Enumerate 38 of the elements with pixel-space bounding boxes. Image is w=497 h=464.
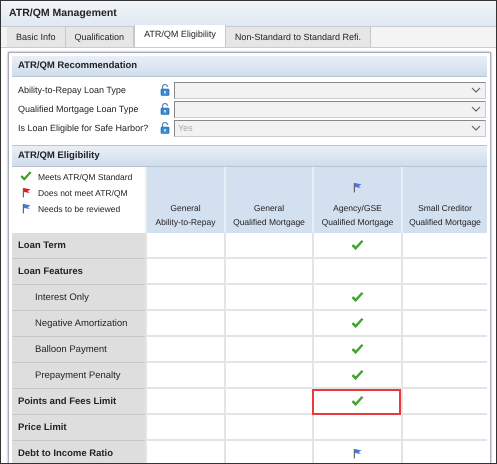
window-title: ATR/QM Management xyxy=(1,1,496,27)
tab[interactable]: Non-Standard to Standard Refi. xyxy=(226,27,371,47)
row-label: Loan Term xyxy=(12,233,145,259)
chevron-down-icon xyxy=(471,125,481,131)
row-label: Negative Amortization xyxy=(12,311,145,337)
row-label: Balloon Payment xyxy=(12,337,145,363)
column-header-text: Qualified Mortgage xyxy=(233,217,305,227)
tab[interactable]: ATR/QM Eligibility xyxy=(134,25,226,47)
dropdown-field[interactable] xyxy=(174,100,486,118)
lock-icon[interactable] xyxy=(160,103,170,115)
column-header-text: General xyxy=(254,203,284,213)
row-label: Prepayment Penalty xyxy=(12,363,145,389)
column-header-text: Qualified Mortgage xyxy=(409,217,481,227)
row-label: Points and Fees Limit xyxy=(12,389,145,415)
row-label: Interest Only xyxy=(12,285,145,311)
column-header-text: Small Creditor xyxy=(418,203,472,213)
field-label: Ability-to-Repay Loan Type xyxy=(18,85,127,95)
chevron-down-icon xyxy=(471,106,481,112)
lock-icon[interactable] xyxy=(160,122,170,134)
dropdown-field[interactable] xyxy=(174,82,486,98)
row-label: Loan Features xyxy=(12,259,145,285)
column-header-text: General xyxy=(170,203,201,213)
legend-label: Does not meet ATR/QM xyxy=(38,188,128,198)
section-header: ATR/QM Recommendation xyxy=(12,56,487,77)
field-label: Qualified Mortgage Loan Type xyxy=(18,104,140,114)
row-label: Debt to Income Ratio xyxy=(12,441,145,463)
column-header-text: Agency/GSE xyxy=(333,203,382,213)
lock-icon[interactable] xyxy=(160,84,170,96)
section-header: ATR/QM Eligibility xyxy=(12,145,487,167)
tab[interactable]: Basic Info xyxy=(7,27,66,47)
tab[interactable]: Qualification xyxy=(66,27,134,47)
column-header-text: Qualified Mortgage xyxy=(322,217,394,227)
field-label: Is Loan Eligible for Safe Harbor? xyxy=(18,123,150,133)
column-header-text: Ability-to-Repay xyxy=(156,217,216,227)
legend-label: Meets ATR/QM Standard xyxy=(38,172,132,182)
legend-label: Needs to be reviewed xyxy=(38,204,120,214)
row-label: Price Limit xyxy=(12,415,145,441)
chevron-down-icon xyxy=(471,87,481,93)
